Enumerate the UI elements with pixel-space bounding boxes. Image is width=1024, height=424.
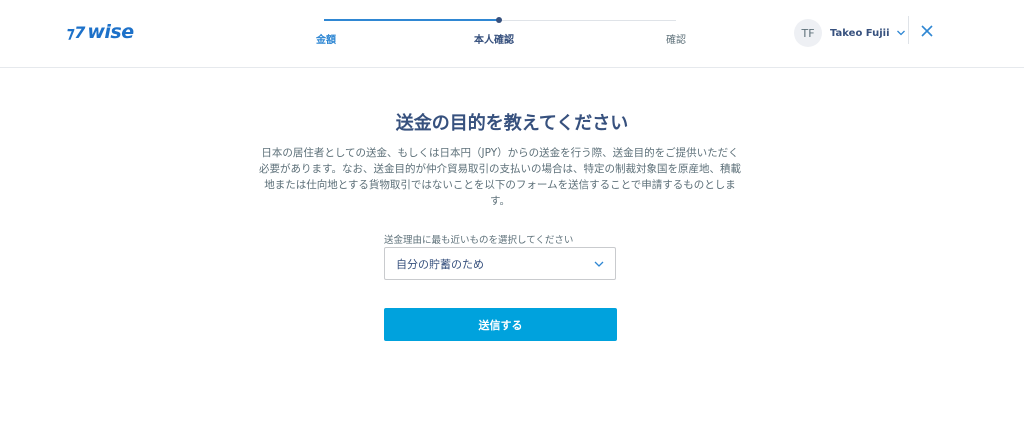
header-divider (908, 16, 909, 44)
step-identity-verification: 本人確認 (474, 35, 514, 46)
stepper-current-dot (496, 17, 502, 23)
top-header: ⁊7 wise 金額 本人確認 確認 TF Takeo Fujii (0, 0, 1024, 68)
stepper-progress-fill (324, 19, 499, 21)
wise-logo[interactable]: ⁊7 wise (66, 21, 134, 43)
user-menu[interactable]: TF Takeo Fujii (794, 19, 906, 47)
chevron-down-icon (896, 30, 905, 36)
page-title: 送金の目的を教えてください (395, 113, 629, 134)
purpose-description: 日本の居住者としての送金、もしくは日本円（JPY）からの送金を行う際、送金目的を… (259, 147, 741, 207)
chevron-down-icon (594, 261, 604, 267)
step-amount[interactable]: 金額 (316, 31, 336, 46)
step-confirm: 確認 (666, 35, 686, 46)
purpose-select-value: 自分の貯蓄のため (396, 257, 484, 271)
avatar: TF (794, 19, 822, 47)
progress-stepper: 金額 本人確認 確認 (316, 14, 686, 46)
wise-flag-icon: ⁊7 (66, 22, 86, 42)
purpose-select[interactable]: 自分の貯蓄のため (384, 247, 616, 280)
submit-button[interactable]: 送信する (384, 308, 617, 341)
user-name: Takeo Fujii (830, 27, 890, 39)
purpose-select-label: 送金理由に最も近いものを選択してください (384, 235, 574, 246)
wise-logo-text: wise (87, 21, 134, 43)
close-icon[interactable] (918, 22, 936, 40)
